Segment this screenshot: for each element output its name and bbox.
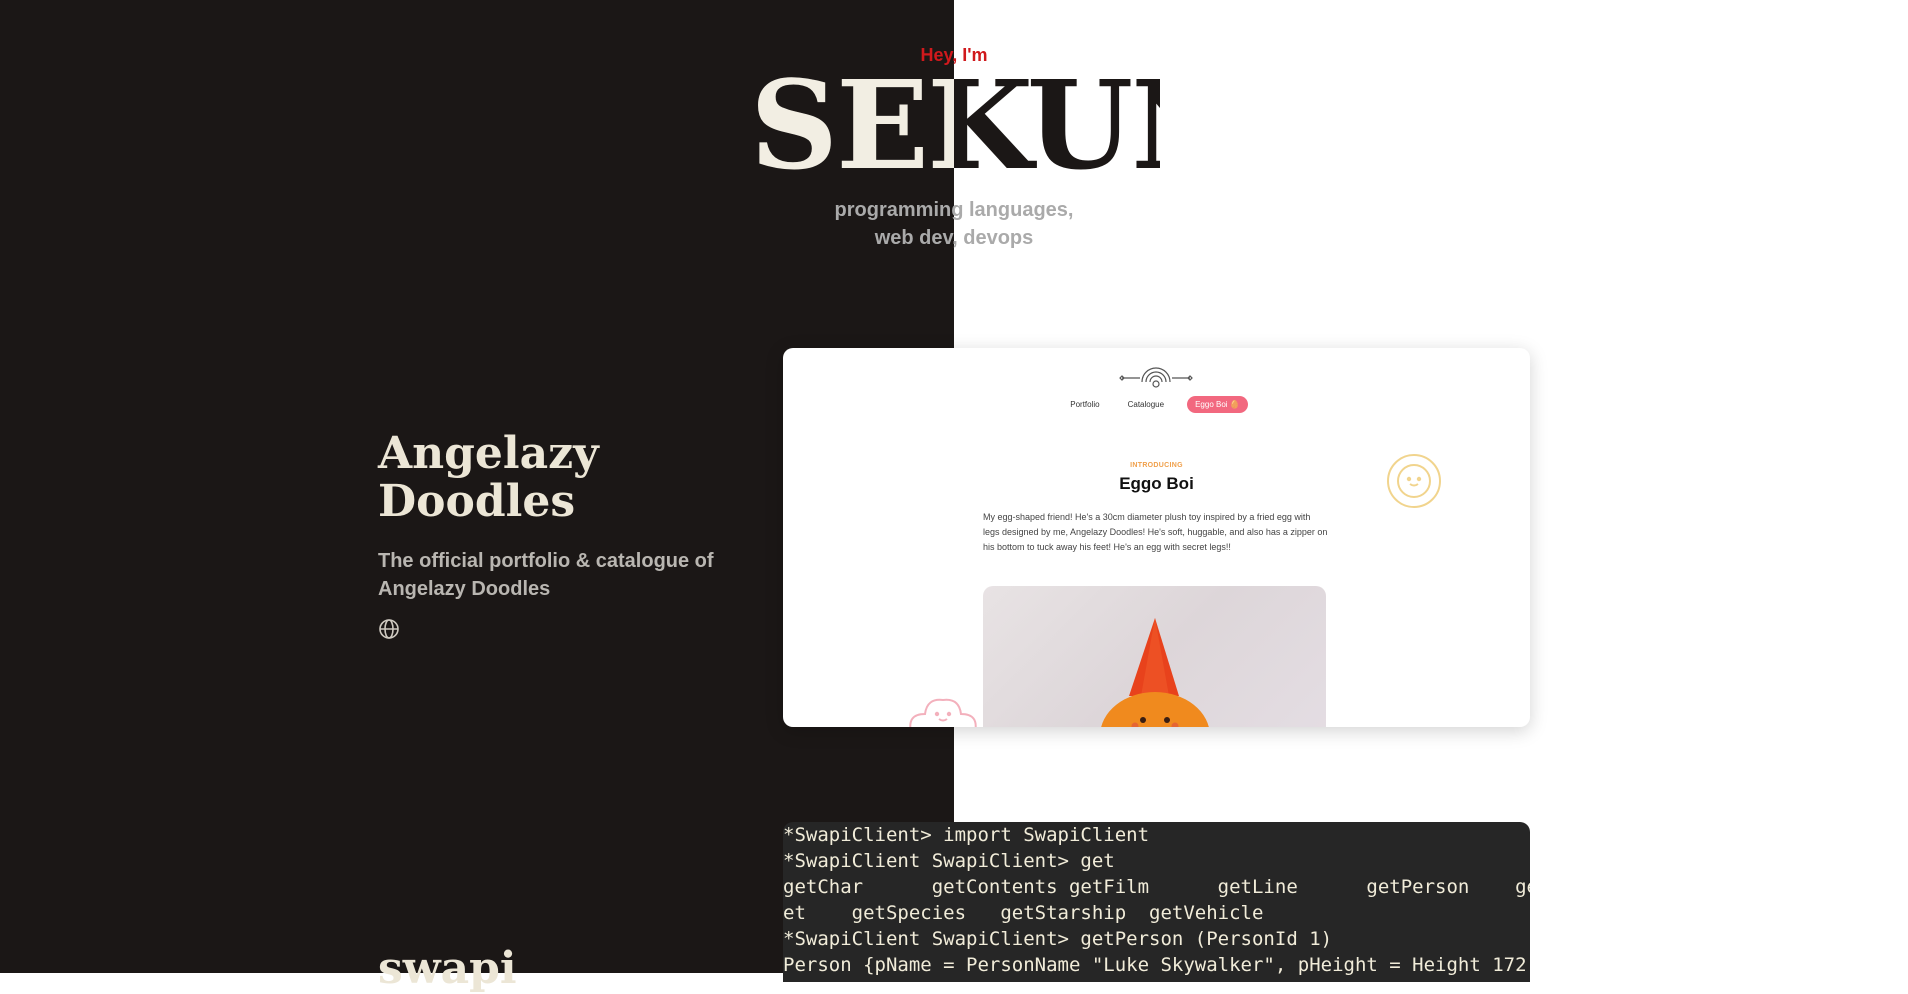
- globe-icon[interactable]: [378, 618, 400, 640]
- terminal-preview: *SwapiClient> import SwapiClient *SwapiC…: [783, 822, 1530, 982]
- brand-logo-icon: [1118, 360, 1194, 390]
- preview-body-text: My egg-shaped friend! He's a 30cm diamet…: [983, 512, 1328, 552]
- product-photo: [983, 586, 1326, 727]
- preview-nav: Portfolio Catalogue Eggo Boi 🥚: [783, 396, 1530, 413]
- cloud-doodle-icon: [903, 684, 983, 727]
- project-title: Angelazy Doodles: [378, 430, 599, 526]
- terminal-line: Person {pName = PersonName "Luke Skywalk…: [783, 954, 1530, 976]
- hero-tagline-line: web dev, devops: [874, 227, 1034, 249]
- project-description: The official portfolio & catalogue of An…: [378, 550, 714, 600]
- hero-tagline: programming languages, web dev, devops: [835, 196, 1074, 252]
- project-title-line: Doodles: [378, 476, 576, 527]
- hero-title: SEKUN SEKUN: [750, 55, 1160, 195]
- sun-doodle-icon: [1385, 452, 1443, 510]
- hero-tagline-line: programming languages,: [834, 199, 1074, 221]
- terminal-line: *SwapiClient> import SwapiClient: [783, 824, 1150, 846]
- terminal-line: getChar getContents getFilm getLine getP…: [783, 876, 1530, 898]
- project-preview-screenshot[interactable]: Portfolio Catalogue Eggo Boi 🥚 INTRODUCI…: [783, 348, 1530, 727]
- terminal-line: *SwapiClient SwapiClient> getPerson (Per…: [783, 928, 1333, 950]
- terminal-line: *SwapiClient SwapiClient> get: [783, 850, 1115, 872]
- terminal-line: et getSpecies getStarship getVehicle: [783, 902, 1264, 924]
- preview-tab-eggo-boi[interactable]: Eggo Boi 🥚: [1187, 396, 1248, 413]
- project-title: swapi: [378, 943, 517, 994]
- project-title-line: Angelazy: [378, 428, 599, 479]
- preview-tab-portfolio[interactable]: Portfolio: [1065, 396, 1104, 413]
- preview-tab-catalogue[interactable]: Catalogue: [1123, 396, 1169, 413]
